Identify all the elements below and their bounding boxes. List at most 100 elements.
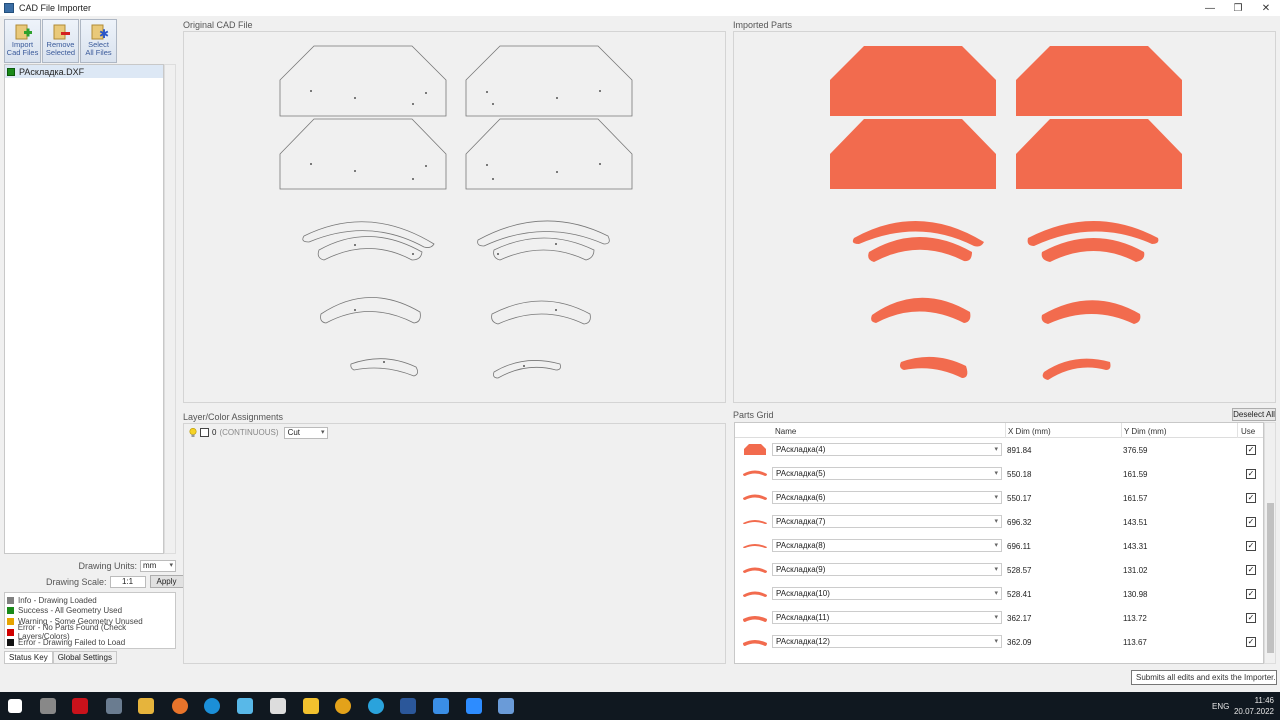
column-header-y[interactable]: Y Dim (mm)	[1124, 427, 1167, 436]
use-checkbox[interactable]: ✓	[1246, 637, 1256, 647]
table-row[interactable]: РАскладка(4) 891.84 376.59 ✓	[735, 439, 1263, 463]
app-icon[interactable]	[303, 698, 319, 714]
original-cad-drawing	[279, 45, 633, 379]
success-status-icon	[7, 67, 15, 76]
layer-color-label: Layer/Color Assignments	[183, 412, 284, 422]
part-y-dim: 131.02	[1123, 566, 1148, 575]
table-row[interactable]: РАскладка(10) 528.41 130.98 ✓	[735, 583, 1263, 607]
remove-selected-button[interactable]: Remove Selected	[42, 19, 79, 63]
part-y-dim: 113.72	[1123, 614, 1147, 623]
acrobat-icon[interactable]	[72, 698, 88, 714]
store-icon[interactable]	[270, 698, 286, 714]
left-tabs: Status Key Global Settings	[4, 651, 117, 664]
clock[interactable]: 11:46 20.07.2022	[1234, 695, 1274, 717]
app-icon[interactable]	[106, 698, 122, 714]
language-indicator[interactable]: ENG	[1212, 702, 1229, 711]
apply-button[interactable]: Apply	[149, 575, 184, 588]
windows-start-icon[interactable]	[8, 699, 22, 713]
imported-part-shape	[830, 119, 996, 189]
part-name-select[interactable]: РАскладка(12)	[772, 635, 1002, 648]
status-key-panel: Info - Drawing Loaded Success - All Geom…	[4, 592, 176, 649]
use-checkbox[interactable]: ✓	[1246, 517, 1256, 527]
status-key-label: Success - All Geometry Used	[18, 606, 123, 616]
use-checkbox[interactable]: ✓	[1246, 613, 1256, 623]
original-part-shape	[465, 45, 633, 117]
zoom-icon[interactable]	[466, 698, 482, 714]
app-icon[interactable]	[237, 698, 253, 714]
file-list-scrollbar[interactable]	[164, 64, 176, 554]
lightbulb-icon[interactable]	[189, 427, 197, 438]
edge-icon[interactable]	[204, 698, 220, 714]
task-view-icon[interactable]	[40, 698, 56, 714]
layer-linetype: (CONTINUOUS)	[219, 428, 279, 437]
part-name-select[interactable]: РАскладка(11)	[772, 611, 1002, 624]
original-part-shape	[279, 118, 447, 190]
use-checkbox[interactable]: ✓	[1246, 445, 1256, 455]
use-checkbox[interactable]: ✓	[1246, 589, 1256, 599]
cad-importer-taskbar-icon[interactable]	[498, 698, 514, 714]
maximize-button[interactable]: ❐	[1224, 0, 1252, 16]
import-label-2: Cad Files	[6, 48, 39, 57]
layer-color-panel	[183, 423, 726, 664]
telegram-icon[interactable]	[368, 698, 384, 714]
use-checkbox[interactable]: ✓	[1246, 469, 1256, 479]
table-row[interactable]: РАскладка(12) 362.09 113.67 ✓	[735, 631, 1263, 655]
original-arc-part	[320, 297, 421, 324]
scrollbar-thumb[interactable]	[1267, 503, 1274, 653]
part-thumbnail	[743, 494, 767, 500]
info-color-swatch	[7, 596, 14, 604]
column-header-use[interactable]: Use	[1241, 427, 1255, 436]
table-row[interactable]: РАскладка(5) 550.18 161.59 ✓	[735, 463, 1263, 487]
layer-color-checkbox[interactable]	[200, 428, 209, 437]
drawing-scale-input[interactable]: 1:1	[109, 575, 146, 588]
app-icon	[4, 3, 14, 13]
file-list-item[interactable]: РАскладка.DXF	[5, 65, 163, 78]
use-checkbox[interactable]: ✓	[1246, 565, 1256, 575]
part-name-select[interactable]: РАскладка(6)	[772, 491, 1002, 504]
select-all-files-button[interactable]: ✱ Select All Files	[80, 19, 117, 63]
part-y-dim: 376.59	[1123, 446, 1148, 455]
drawing-units-select[interactable]: mm	[140, 560, 176, 572]
imported-arc-part	[871, 297, 971, 323]
part-name-select[interactable]: РАскладка(9)	[772, 563, 1002, 576]
part-y-dim: 113.67	[1123, 638, 1147, 647]
column-header-name[interactable]: Name	[775, 427, 796, 436]
part-name-select[interactable]: РАскладка(10)	[772, 587, 1002, 600]
part-thumbnail	[743, 520, 767, 524]
blender-icon[interactable]	[172, 698, 188, 714]
close-button[interactable]: ✕	[1252, 0, 1280, 16]
file-explorer-icon[interactable]	[138, 698, 154, 714]
part-name-select[interactable]: РАскладка(7)	[772, 515, 1002, 528]
select-all-icon: ✱	[91, 24, 109, 41]
part-x-dim: 696.11	[1007, 542, 1031, 551]
parts-grid-scrollbar[interactable]	[1264, 422, 1276, 664]
table-row[interactable]: РАскладка(8) 696.11 143.31 ✓	[735, 535, 1263, 559]
imported-arc-part	[1042, 358, 1111, 380]
imported-part-shape	[1016, 46, 1182, 116]
status-key-item: Info - Drawing Loaded	[7, 595, 173, 606]
table-row[interactable]: РАскладка(6) 550.17 161.57 ✓	[735, 487, 1263, 511]
word-icon[interactable]	[400, 698, 416, 714]
table-row[interactable]: РАскладка(11) 362.17 113.72 ✓	[735, 607, 1263, 631]
layer-action-select[interactable]: Cut	[283, 426, 328, 439]
chrome-icon[interactable]	[335, 698, 351, 714]
parts-grid: Name X Dim (mm) Y Dim (mm) Use РАскладка…	[734, 422, 1264, 664]
tab-status-key[interactable]: Status Key	[4, 651, 53, 664]
deselect-all-button[interactable]: Deselect All	[1232, 408, 1276, 421]
table-row[interactable]: РАскладка(9) 528.57 131.02 ✓	[735, 559, 1263, 583]
use-checkbox[interactable]: ✓	[1246, 541, 1256, 551]
imported-parts-view[interactable]	[733, 31, 1276, 403]
part-name-select[interactable]: РАскладка(8)	[772, 539, 1002, 552]
use-checkbox[interactable]: ✓	[1246, 493, 1256, 503]
original-cad-view[interactable]	[183, 31, 726, 403]
import-cad-files-button[interactable]: Import Cad Files	[4, 19, 41, 63]
minimize-button[interactable]: —	[1196, 0, 1224, 16]
part-name-select[interactable]: РАскладка(5)	[772, 467, 1002, 480]
app-icon[interactable]	[433, 698, 449, 714]
part-name-select[interactable]: РАскладка(4)	[772, 443, 1002, 456]
tab-global-settings[interactable]: Global Settings	[52, 651, 117, 664]
column-header-x[interactable]: X Dim (mm)	[1008, 427, 1051, 436]
table-row[interactable]: РАскладка(7) 696.32 143.51 ✓	[735, 511, 1263, 535]
part-x-dim: 550.18	[1007, 470, 1032, 479]
part-x-dim: 550.17	[1007, 494, 1032, 503]
